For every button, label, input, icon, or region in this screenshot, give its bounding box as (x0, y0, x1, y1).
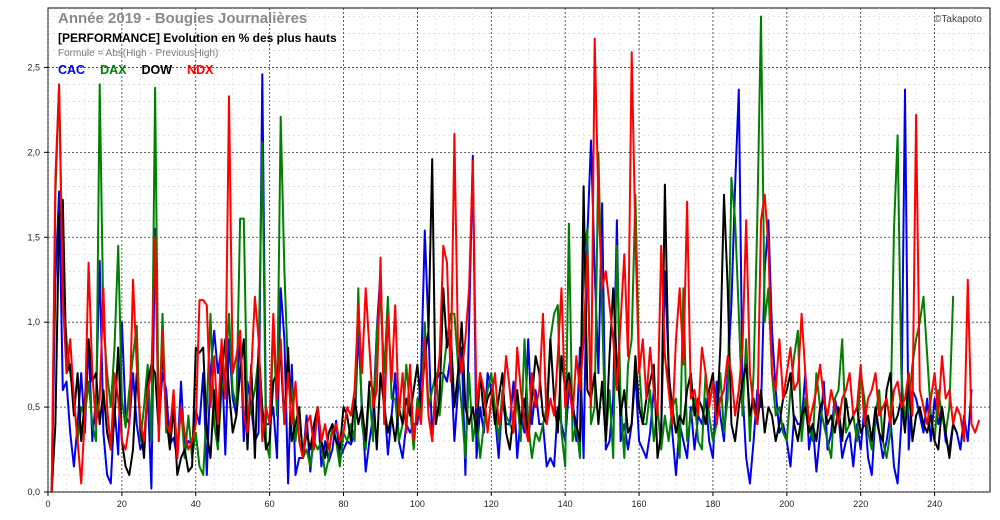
chart: 0 20 40 60 80 100 120 140 160 180 200 220 240 0,0 0,5… (27, 7, 991, 509)
y-tick-label: 0,0 (27, 487, 40, 497)
chart-title: Année 2019 - Bougies Journalières (58, 10, 307, 27)
formula-note: Formule = Abs(High - PreviousHigh) (58, 48, 218, 59)
x-tick-label: 60 (265, 499, 275, 509)
y-tick-label: 2,5 (27, 62, 40, 72)
x-tick-label: 40 (191, 499, 201, 509)
x-tick-label: 240 (927, 499, 942, 509)
legend-item-dow: DOW (142, 63, 173, 77)
x-tick-label: 20 (117, 499, 127, 509)
legend-item-ndx: NDX (187, 63, 214, 77)
x-tick-label: 220 (853, 499, 868, 509)
y-tick-label: 1,0 (27, 317, 40, 327)
y-axis: 0,0 0,5 1,0 1,5 2,0 2,5 (27, 62, 48, 497)
legend-item-cac: CAC (58, 63, 85, 77)
watermark: ©Takapoto (934, 14, 982, 25)
legend-item-dax: DAX (100, 63, 127, 77)
x-tick-label: 200 (779, 499, 794, 509)
x-tick-label: 160 (632, 499, 647, 509)
y-tick-label: 2,0 (27, 147, 40, 157)
x-tick-label: 0 (45, 499, 50, 509)
x-tick-label: 100 (410, 499, 425, 509)
x-tick-label: 120 (484, 499, 499, 509)
x-tick-label: 140 (558, 499, 573, 509)
x-tick-label: 180 (705, 499, 720, 509)
chart-subtitle: [PERFORMANCE] Evolution en % des plus ha… (58, 31, 337, 45)
x-axis: 0 20 40 60 80 100 120 140 160 180 200 220 240 (45, 492, 942, 509)
y-tick-label: 0,5 (27, 402, 40, 412)
x-tick-label: 80 (339, 499, 349, 509)
y-tick-label: 1,5 (27, 232, 40, 242)
